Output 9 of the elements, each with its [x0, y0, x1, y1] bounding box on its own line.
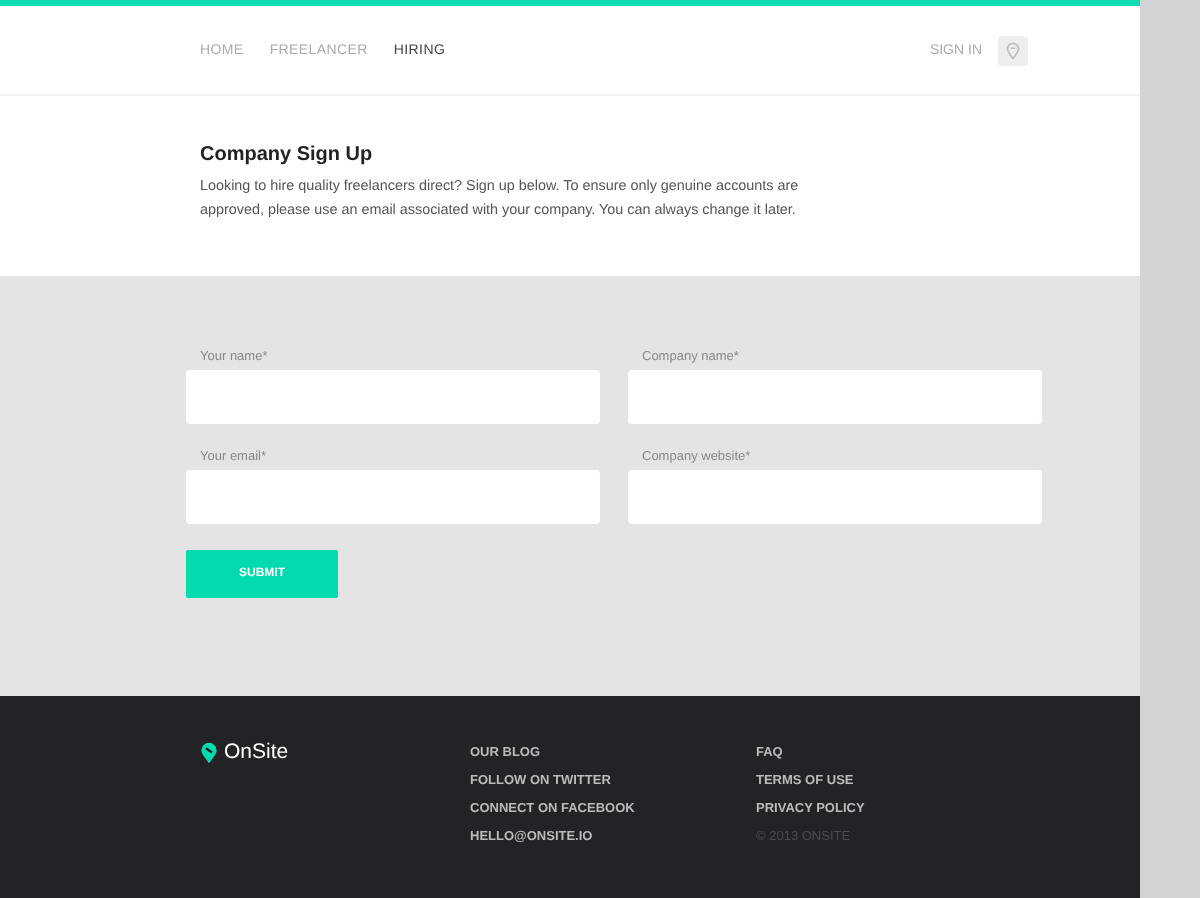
input-field[interactable]	[186, 370, 600, 424]
location-pin-button[interactable]	[998, 35, 1028, 65]
input-field[interactable]	[186, 470, 600, 524]
logo-text: OnSite	[224, 740, 289, 764]
location-pin-icon	[1006, 41, 1020, 59]
input-field[interactable]	[628, 470, 1042, 524]
location-pin-icon	[200, 741, 218, 763]
input-field[interactable]	[628, 370, 1042, 424]
page-title: Company Sign Up	[200, 144, 375, 166]
